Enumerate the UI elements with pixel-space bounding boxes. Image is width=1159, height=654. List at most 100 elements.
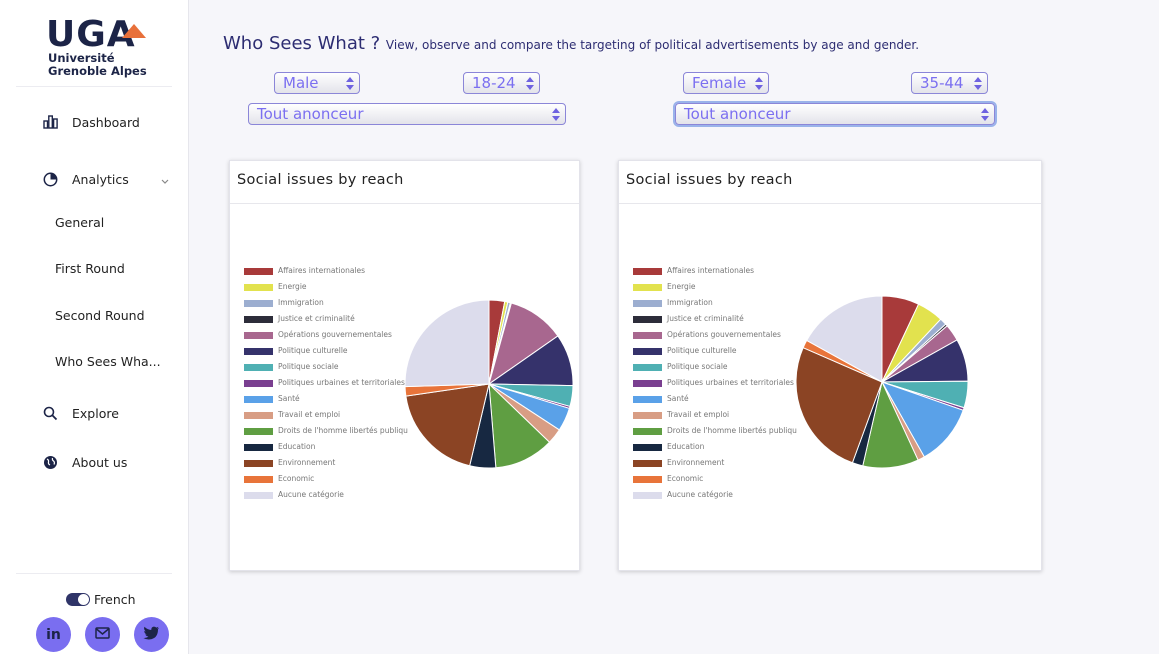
sidebar-divider bbox=[16, 573, 172, 574]
legend-item[interactable]: Aucune catégorie bbox=[244, 489, 414, 505]
left-gender-select[interactable]: Male bbox=[274, 72, 360, 94]
sidebar-subitem-label: General bbox=[55, 214, 105, 230]
legend-item[interactable]: Santé bbox=[633, 393, 803, 409]
legend-item[interactable]: Economic bbox=[244, 473, 414, 489]
select-arrows-icon bbox=[552, 108, 560, 121]
twitter-icon bbox=[143, 626, 160, 644]
legend-item[interactable]: Aucune catégorie bbox=[633, 489, 803, 505]
legend-item[interactable]: Environnement bbox=[244, 457, 414, 473]
pie-slice[interactable] bbox=[404, 299, 490, 388]
legend-item[interactable]: Affaires internationales bbox=[633, 265, 803, 281]
chevron-down-icon[interactable] bbox=[160, 174, 170, 184]
legend-item[interactable]: Energie bbox=[633, 281, 803, 297]
legend-item[interactable]: Politique culturelle bbox=[244, 345, 414, 361]
legend-item[interactable]: Politique culturelle bbox=[633, 345, 803, 361]
legend-swatch bbox=[633, 300, 662, 307]
legend-swatch bbox=[633, 332, 662, 339]
legend-item[interactable]: Politique sociale bbox=[633, 361, 803, 377]
legend-label: Politique culturelle bbox=[667, 346, 737, 355]
legend-swatch bbox=[244, 348, 273, 355]
select-value: 18-24 bbox=[472, 74, 516, 92]
twitter-button[interactable] bbox=[134, 617, 169, 652]
legend-label: Affaires internationales bbox=[278, 266, 366, 275]
sidebar-item-label: Explore bbox=[72, 405, 119, 421]
legend-item[interactable]: Opérations gouvernementales bbox=[633, 329, 803, 345]
sidebar-item-analytics[interactable]: Analytics bbox=[0, 164, 189, 194]
legend-label: Politique culturelle bbox=[278, 346, 348, 355]
right-advertiser-select[interactable]: Tout anonceur bbox=[675, 103, 995, 125]
linkedin-button[interactable]: in bbox=[36, 617, 71, 652]
legend-label: Politique sociale bbox=[667, 362, 728, 371]
legend-item[interactable]: Travail et emploi bbox=[633, 409, 803, 425]
sidebar-subitem-general[interactable]: General bbox=[0, 209, 189, 235]
legend-label: Opérations gouvernementales bbox=[278, 330, 392, 339]
chart-card-right: Social issues by reach Affaires internat… bbox=[618, 160, 1042, 571]
legend-label: Immigration bbox=[667, 298, 713, 307]
legend-swatch bbox=[633, 396, 662, 403]
language-label: French bbox=[94, 591, 136, 607]
legend-swatch bbox=[244, 476, 273, 483]
toggle-switch-icon[interactable] bbox=[66, 592, 90, 606]
legend-item[interactable]: Energie bbox=[244, 281, 414, 297]
select-value: Tout anonceur bbox=[257, 105, 364, 123]
left-age-select[interactable]: 18-24 bbox=[463, 72, 540, 94]
legend-swatch bbox=[244, 412, 273, 419]
legend-item[interactable]: Economic bbox=[633, 473, 803, 489]
card-divider bbox=[619, 203, 1041, 204]
legend-label: Santé bbox=[278, 394, 300, 403]
sidebar-item-dashboard[interactable]: Dashboard bbox=[0, 107, 189, 137]
select-arrows-icon bbox=[526, 77, 534, 90]
page-title-text: Who Sees What ? bbox=[223, 33, 381, 54]
sidebar-divider bbox=[16, 86, 172, 87]
legend-swatch bbox=[244, 396, 273, 403]
legend-item[interactable]: Immigration bbox=[244, 297, 414, 313]
legend-item[interactable]: Droits de l'homme libertés publiqu bbox=[244, 425, 414, 441]
legend-label: Economic bbox=[278, 474, 315, 483]
sidebar-item-about-us[interactable]: About us bbox=[0, 447, 189, 477]
legend-item[interactable]: Politiques urbaines et territoriales bbox=[244, 377, 414, 393]
sidebar: UGA Université Grenoble Alpes Dashboard … bbox=[0, 0, 189, 654]
legend-swatch bbox=[633, 348, 662, 355]
legend-label: Affaires internationales bbox=[667, 266, 755, 275]
legend-item[interactable]: Environnement bbox=[633, 457, 803, 473]
legend-item[interactable]: Affaires internationales bbox=[244, 265, 414, 281]
select-arrows-icon bbox=[981, 108, 989, 121]
legend-label: Aucune catégorie bbox=[278, 490, 344, 499]
legend-swatch bbox=[244, 268, 273, 275]
legend-item[interactable]: Politiques urbaines et territoriales bbox=[633, 377, 803, 393]
legend-label: Economic bbox=[667, 474, 704, 483]
legend-item[interactable]: Education bbox=[633, 441, 803, 457]
legend-item[interactable]: Travail et emploi bbox=[244, 409, 414, 425]
sidebar-subitem-who-sees-what[interactable]: Who Sees Wha... bbox=[0, 348, 189, 374]
sidebar-item-label: Analytics bbox=[72, 171, 129, 187]
legend-item[interactable]: Politique sociale bbox=[244, 361, 414, 377]
sidebar-item-explore[interactable]: Explore bbox=[0, 398, 189, 428]
sidebar-item-label: Dashboard bbox=[72, 114, 140, 130]
legend-item[interactable]: Santé bbox=[244, 393, 414, 409]
legend-swatch bbox=[633, 460, 662, 467]
legend-item[interactable]: Justice et criminalité bbox=[633, 313, 803, 329]
bar-chart-icon bbox=[42, 114, 58, 130]
legend-item[interactable]: Opérations gouvernementales bbox=[244, 329, 414, 345]
legend-swatch bbox=[244, 444, 273, 451]
legend-item[interactable]: Education bbox=[244, 441, 414, 457]
legend-item[interactable]: Justice et criminalité bbox=[244, 313, 414, 329]
page-title: Who Sees What ? View, observe and compar… bbox=[223, 33, 919, 54]
legend-swatch bbox=[244, 316, 273, 323]
mail-button[interactable] bbox=[85, 617, 120, 652]
legend-label: Justice et criminalité bbox=[667, 314, 744, 323]
legend-item[interactable]: Immigration bbox=[633, 297, 803, 313]
uga-logo[interactable]: UGA Université Grenoble Alpes bbox=[46, 14, 156, 80]
legend-item[interactable]: Droits de l'homme libertés publiqu bbox=[633, 425, 803, 441]
left-advertiser-select[interactable]: Tout anonceur bbox=[248, 103, 566, 125]
right-age-select[interactable]: 35-44 bbox=[911, 72, 988, 94]
language-toggle[interactable]: French bbox=[66, 590, 136, 608]
sidebar-subitem-first-round[interactable]: First Round bbox=[0, 255, 189, 281]
sidebar-subitem-second-round[interactable]: Second Round bbox=[0, 302, 189, 328]
legend-label: Energie bbox=[278, 282, 307, 291]
logo-line-1: Université bbox=[48, 51, 115, 65]
select-arrows-icon bbox=[974, 77, 982, 90]
legend-swatch bbox=[244, 380, 273, 387]
legend-label: Justice et criminalité bbox=[278, 314, 355, 323]
right-gender-select[interactable]: Female bbox=[683, 72, 769, 94]
